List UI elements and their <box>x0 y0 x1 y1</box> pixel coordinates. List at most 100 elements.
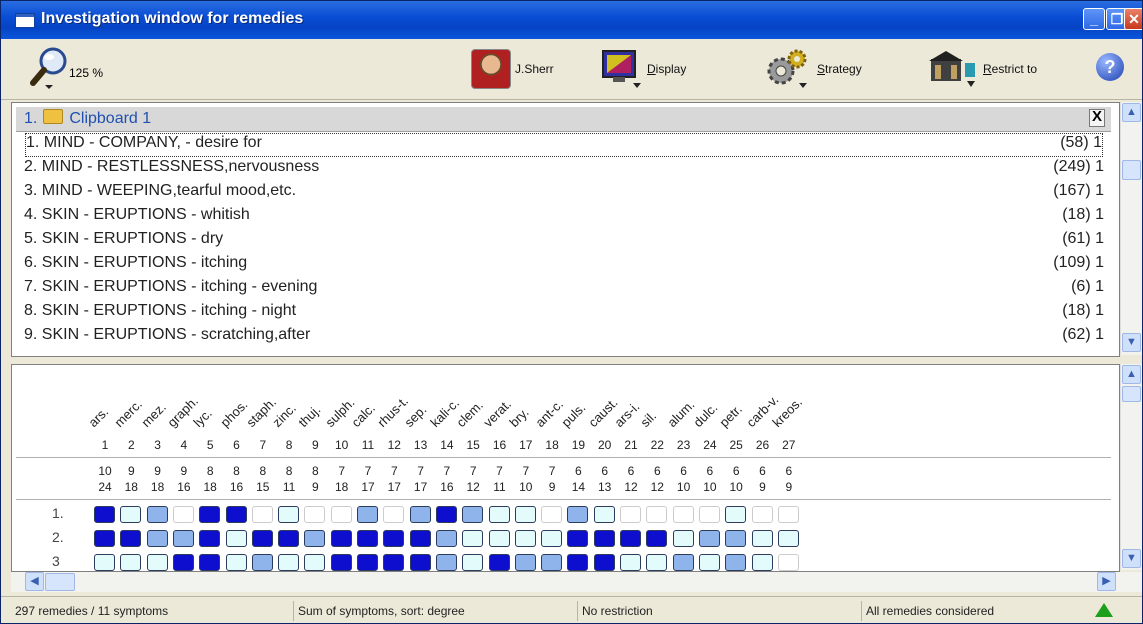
grade-cell[interactable] <box>251 530 273 547</box>
grade-cell[interactable] <box>304 530 326 547</box>
grade-cell[interactable] <box>357 554 378 571</box>
grade-cell[interactable] <box>593 506 615 523</box>
symptom-row[interactable]: 8. SKIN - ERUPTIONS - itching - night (18… <box>24 302 1104 324</box>
grade-cell[interactable] <box>672 554 694 571</box>
grade-cell[interactable] <box>514 530 536 547</box>
grade-cell[interactable] <box>120 506 142 523</box>
grade-cell[interactable] <box>777 554 799 571</box>
remedy-name[interactable]: alum. <box>664 397 697 430</box>
grade-cell[interactable] <box>435 530 457 547</box>
close-button[interactable]: ✕ <box>1124 8 1142 30</box>
grade-cell[interactable] <box>172 554 194 571</box>
grade-cell[interactable] <box>278 554 300 571</box>
remedy-name[interactable]: verat. <box>480 396 514 430</box>
grade-cell[interactable] <box>146 506 168 523</box>
title-bar[interactable]: Investigation window for remedies _ ❐ ✕ <box>1 1 1142 39</box>
clipboard-close-button[interactable]: X <box>1089 109 1105 127</box>
symptom-row[interactable]: 9. SKIN - ERUPTIONS - scratching,after (6… <box>24 326 1104 348</box>
symptom-row[interactable]: 2. MIND - RESTLESSNESS,nervousness (249) … <box>24 158 1104 180</box>
grade-cell[interactable] <box>514 554 536 571</box>
grade-cell[interactable] <box>462 506 484 523</box>
grade-cell[interactable] <box>278 506 300 523</box>
grade-cell[interactable] <box>172 506 194 523</box>
grade-cell[interactable] <box>94 530 115 547</box>
remedy-name[interactable]: thuj. <box>296 402 324 430</box>
grade-cell[interactable] <box>672 530 694 547</box>
symptom-row[interactable]: 3. MIND - WEEPING,tearful mood,etc. (167)… <box>24 182 1104 204</box>
grade-cell[interactable] <box>94 506 115 523</box>
grade-cell[interactable] <box>725 530 747 547</box>
scroll-thumb[interactable] <box>45 573 75 591</box>
symptom-row[interactable]: 5. SKIN - ERUPTIONS - dry (61) 1 <box>24 230 1104 252</box>
grade-cell[interactable] <box>725 506 747 523</box>
grade-cell[interactable] <box>567 506 589 523</box>
grade-cell[interactable] <box>646 554 668 571</box>
grade-cell[interactable] <box>567 530 589 547</box>
grade-cell[interactable] <box>199 554 221 571</box>
grade-cell[interactable] <box>330 506 352 523</box>
grade-cell[interactable] <box>751 506 773 523</box>
scroll-right-icon[interactable]: ▶ <box>1097 572 1116 591</box>
grade-cell[interactable] <box>383 554 405 571</box>
grade-cell[interactable] <box>751 554 773 571</box>
grade-cell[interactable] <box>777 506 799 523</box>
grade-cell[interactable] <box>383 530 405 547</box>
grade-cell[interactable] <box>751 530 773 547</box>
help-icon[interactable]: ? <box>1096 53 1124 81</box>
grade-cell[interactable] <box>172 530 194 547</box>
grade-cell[interactable] <box>225 506 247 523</box>
grade-cell[interactable] <box>357 506 378 523</box>
grade-cell[interactable] <box>620 554 641 571</box>
zoom-magnifier-icon[interactable] <box>29 45 73 89</box>
grade-cell[interactable] <box>199 506 221 523</box>
minimize-button[interactable]: _ <box>1083 8 1105 30</box>
symptom-row[interactable]: 6. SKIN - ERUPTIONS - itching (109) 1 <box>24 254 1104 276</box>
grade-cell[interactable] <box>698 554 720 571</box>
remedy-name[interactable]: merc. <box>112 396 146 430</box>
grade-cell[interactable] <box>541 530 563 547</box>
grade-cell[interactable] <box>330 530 352 547</box>
display-button[interactable]: Display <box>599 49 686 89</box>
grade-cell[interactable] <box>251 554 273 571</box>
grade-cell[interactable] <box>409 506 431 523</box>
grade-cell[interactable] <box>541 554 563 571</box>
grade-cell[interactable] <box>357 530 378 547</box>
grade-cell[interactable] <box>777 530 799 547</box>
grade-cell[interactable] <box>646 530 668 547</box>
remedy-name[interactable]: sil. <box>638 408 660 430</box>
remedy-name[interactable]: phos. <box>217 397 250 430</box>
grade-cell[interactable] <box>330 554 352 571</box>
scroll-down-icon[interactable]: ▼ <box>1122 549 1141 568</box>
grade-cell[interactable] <box>120 554 142 571</box>
grade-cell[interactable] <box>698 506 720 523</box>
grade-cell[interactable] <box>435 506 457 523</box>
grade-cell[interactable] <box>146 554 168 571</box>
scroll-up-icon[interactable]: ▲ <box>1122 365 1141 384</box>
symptom-list-scrollbar[interactable]: ▲ ▼ <box>1120 102 1142 355</box>
grade-cell[interactable] <box>409 530 431 547</box>
scroll-left-icon[interactable]: ◀ <box>25 572 44 591</box>
grade-cell[interactable] <box>199 530 221 547</box>
grade-cell[interactable] <box>593 554 615 571</box>
clipboard-header[interactable]: 1. Clipboard 1 X <box>16 107 1111 132</box>
grade-cell[interactable] <box>409 554 431 571</box>
remedy-name[interactable]: staph. <box>243 394 279 430</box>
grade-cell[interactable] <box>251 506 273 523</box>
grade-cell[interactable] <box>435 554 457 571</box>
remedy-name[interactable]: ant-c. <box>532 396 566 430</box>
grade-cell[interactable] <box>304 506 326 523</box>
grade-cell[interactable] <box>304 554 326 571</box>
zoom-level[interactable]: 125 % <box>69 66 103 80</box>
grade-cell[interactable] <box>541 506 563 523</box>
strategy-button[interactable]: Strategy <box>763 49 862 89</box>
remedy-grid-hscrollbar[interactable]: ◀ ▶ <box>11 572 1142 592</box>
remedy-name[interactable]: sulph. <box>322 395 357 430</box>
grade-cell[interactable] <box>514 506 536 523</box>
scroll-thumb[interactable] <box>1122 386 1141 402</box>
grade-cell[interactable] <box>383 506 405 523</box>
scroll-thumb[interactable] <box>1122 160 1141 180</box>
grade-cell[interactable] <box>120 530 142 547</box>
grade-cell[interactable] <box>146 530 168 547</box>
scroll-up-icon[interactable]: ▲ <box>1122 103 1141 122</box>
grade-cell[interactable] <box>567 554 589 571</box>
